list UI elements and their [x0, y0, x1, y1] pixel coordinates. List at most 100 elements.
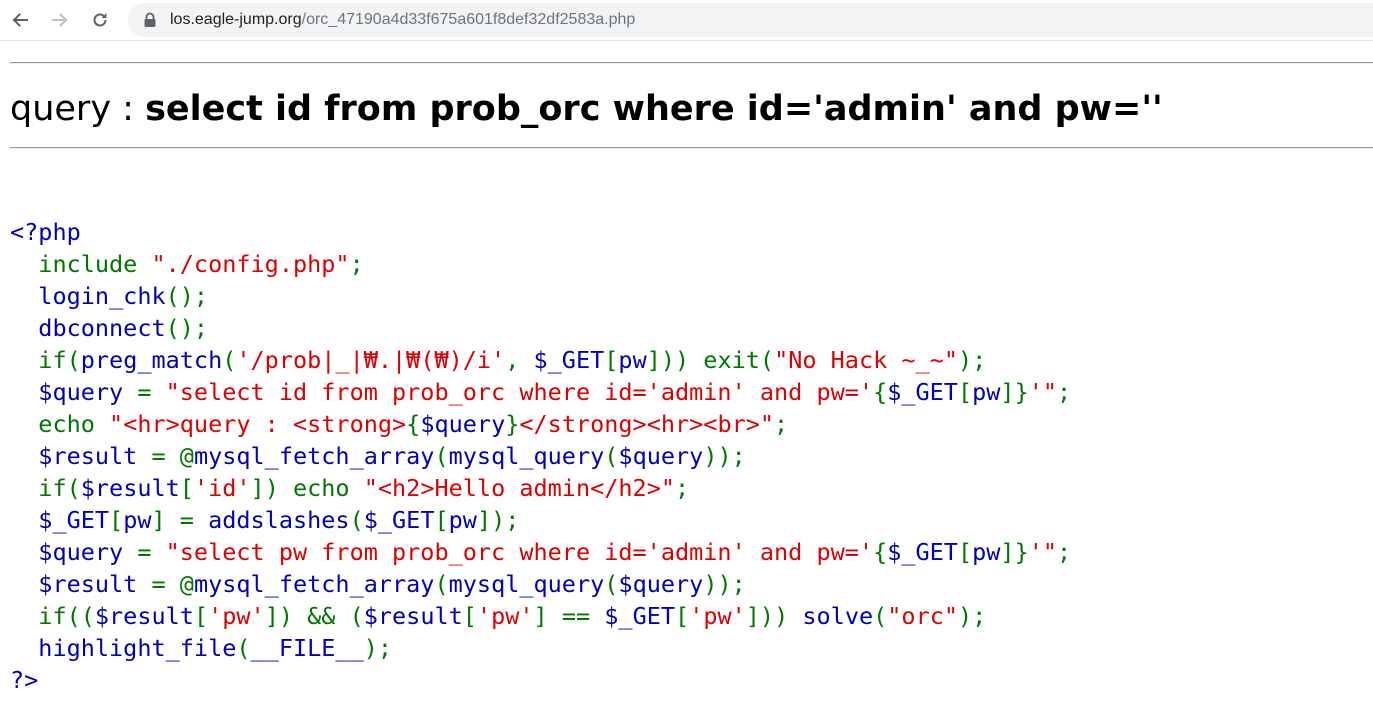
arrow-right-icon	[52, 13, 68, 27]
code-token: {	[406, 410, 421, 438]
url-text[interactable]: los.eagle-jump.org/orc_47190a4d33f675a60…	[170, 11, 635, 29]
reload-button[interactable]	[86, 6, 114, 34]
code-token: ;	[1057, 538, 1072, 566]
address-bar[interactable]: los.eagle-jump.org/orc_47190a4d33f675a60…	[128, 3, 1373, 37]
code-token: ] =	[151, 506, 209, 534]
reload-icon	[93, 13, 107, 27]
code-line: $_GET[pw] = addslashes($_GET[pw]);	[10, 504, 1071, 536]
code-token: if((	[38, 602, 95, 630]
bottom-divider	[10, 147, 1373, 149]
code-token: "select id from prob_orc where id='admin…	[165, 378, 874, 406]
url-path: /orc_47190a4d33f675a601f8def32df2583a.ph…	[301, 11, 636, 28]
code-token: mysql_fetch_array	[193, 570, 435, 598]
code-token: $_GET	[533, 346, 605, 374]
code-token: pw	[618, 346, 647, 374]
url-host: los.eagle-jump.org	[170, 11, 302, 28]
code-token: {	[873, 538, 888, 566]
code-token: [	[462, 602, 477, 630]
code-token: ();	[165, 314, 209, 342]
code-line: if(preg_match('/prob|_|₩.|₩(₩)/i', $_GET…	[10, 344, 1071, 376]
code-token: );	[363, 634, 393, 662]
top-divider	[10, 62, 1373, 64]
code-token: $query	[10, 378, 138, 406]
code-token: = @	[151, 442, 194, 470]
code-token: 'pw'	[476, 602, 534, 630]
code-token: $query	[618, 442, 704, 470]
forward-button[interactable]	[46, 6, 74, 34]
code-token: ,	[505, 346, 534, 374]
code-token: dbconnect	[10, 314, 166, 342]
code-token: ;	[675, 474, 690, 502]
code-token: (	[349, 506, 364, 534]
code-token: $_GET	[887, 378, 958, 406]
code-token: 'pw'	[689, 602, 746, 630]
code-token: =	[137, 378, 166, 406]
code-token: $result	[94, 602, 194, 630]
code-token: echo	[38, 410, 110, 438]
code-token: pw	[448, 506, 477, 534]
code-line: login_chk();	[10, 280, 1071, 312]
code-line: include "./config.php";	[10, 248, 1071, 280]
code-token: (	[222, 346, 237, 374]
code-line: <?php	[10, 216, 1071, 248]
code-token: highlight_file	[10, 634, 237, 662]
arrow-left-icon	[12, 13, 28, 27]
code-token: ));	[703, 442, 746, 470]
code-token: ();	[165, 282, 209, 310]
code-token: if(	[38, 346, 81, 374]
code-token: '"	[1028, 538, 1058, 566]
code-token: [	[109, 506, 124, 534]
code-token: [	[604, 346, 619, 374]
code-token: [	[193, 602, 209, 630]
code-token: [	[179, 474, 194, 502]
code-token: "orc"	[887, 602, 959, 630]
code-token: );	[958, 602, 987, 630]
code-token: $result	[80, 474, 180, 502]
browser-toolbar: los.eagle-jump.org/orc_47190a4d33f675a60…	[0, 0, 1373, 41]
code-token: (	[434, 442, 449, 470]
code-token: addslashes	[208, 506, 350, 534]
code-token: [	[957, 378, 973, 406]
code-token: =	[137, 538, 166, 566]
code-token: ]) echo	[250, 474, 364, 502]
code-token: $query	[420, 410, 506, 438]
code-token: }	[505, 410, 520, 438]
lock-icon	[144, 12, 156, 27]
code-token: "./config.php"	[151, 250, 350, 278]
code-token: ]}	[1000, 538, 1029, 566]
code-line: $query = "select pw from prob_orc where …	[10, 536, 1071, 568]
code-line: $result = @mysql_fetch_array(mysql_query…	[10, 568, 1071, 600]
code-token: "<h2>Hello admin</h2>"	[363, 474, 675, 502]
code-token: ]) && (	[264, 602, 364, 630]
code-line: $result = @mysql_fetch_array(mysql_query…	[10, 440, 1071, 472]
code-token: ])) exit(	[646, 346, 775, 374]
code-token: );	[958, 346, 987, 374]
code-line: $query = "select id from prob_orc where …	[10, 376, 1071, 408]
code-token: pw	[972, 538, 1001, 566]
code-token: "select pw from prob_orc where id='admin…	[165, 538, 874, 566]
code-token: $_GET	[887, 538, 958, 566]
code-token: '/prob|_|₩.|₩(₩)/i'	[236, 346, 506, 374]
code-token: (	[604, 570, 619, 598]
code-token: mysql_query	[448, 570, 605, 598]
code-token: (	[236, 634, 251, 662]
code-token: $result	[10, 570, 152, 598]
code-token: $_GET	[363, 506, 435, 534]
back-button[interactable]	[6, 6, 34, 34]
code-token: ]);	[476, 506, 520, 534]
code-token: preg_match	[80, 346, 223, 374]
code-token: 'id'	[193, 474, 251, 502]
code-token: $result	[363, 602, 463, 630]
code-token: if(	[38, 474, 81, 502]
code-token: mysql_fetch_array	[193, 442, 435, 470]
code-token: pw	[123, 506, 152, 534]
code-token: login_chk	[10, 282, 166, 310]
code-token: pw	[972, 378, 1001, 406]
code-token: ] ==	[533, 602, 605, 630]
code-token: $query	[618, 570, 704, 598]
code-token: "No Hack ~_~"	[774, 346, 958, 374]
